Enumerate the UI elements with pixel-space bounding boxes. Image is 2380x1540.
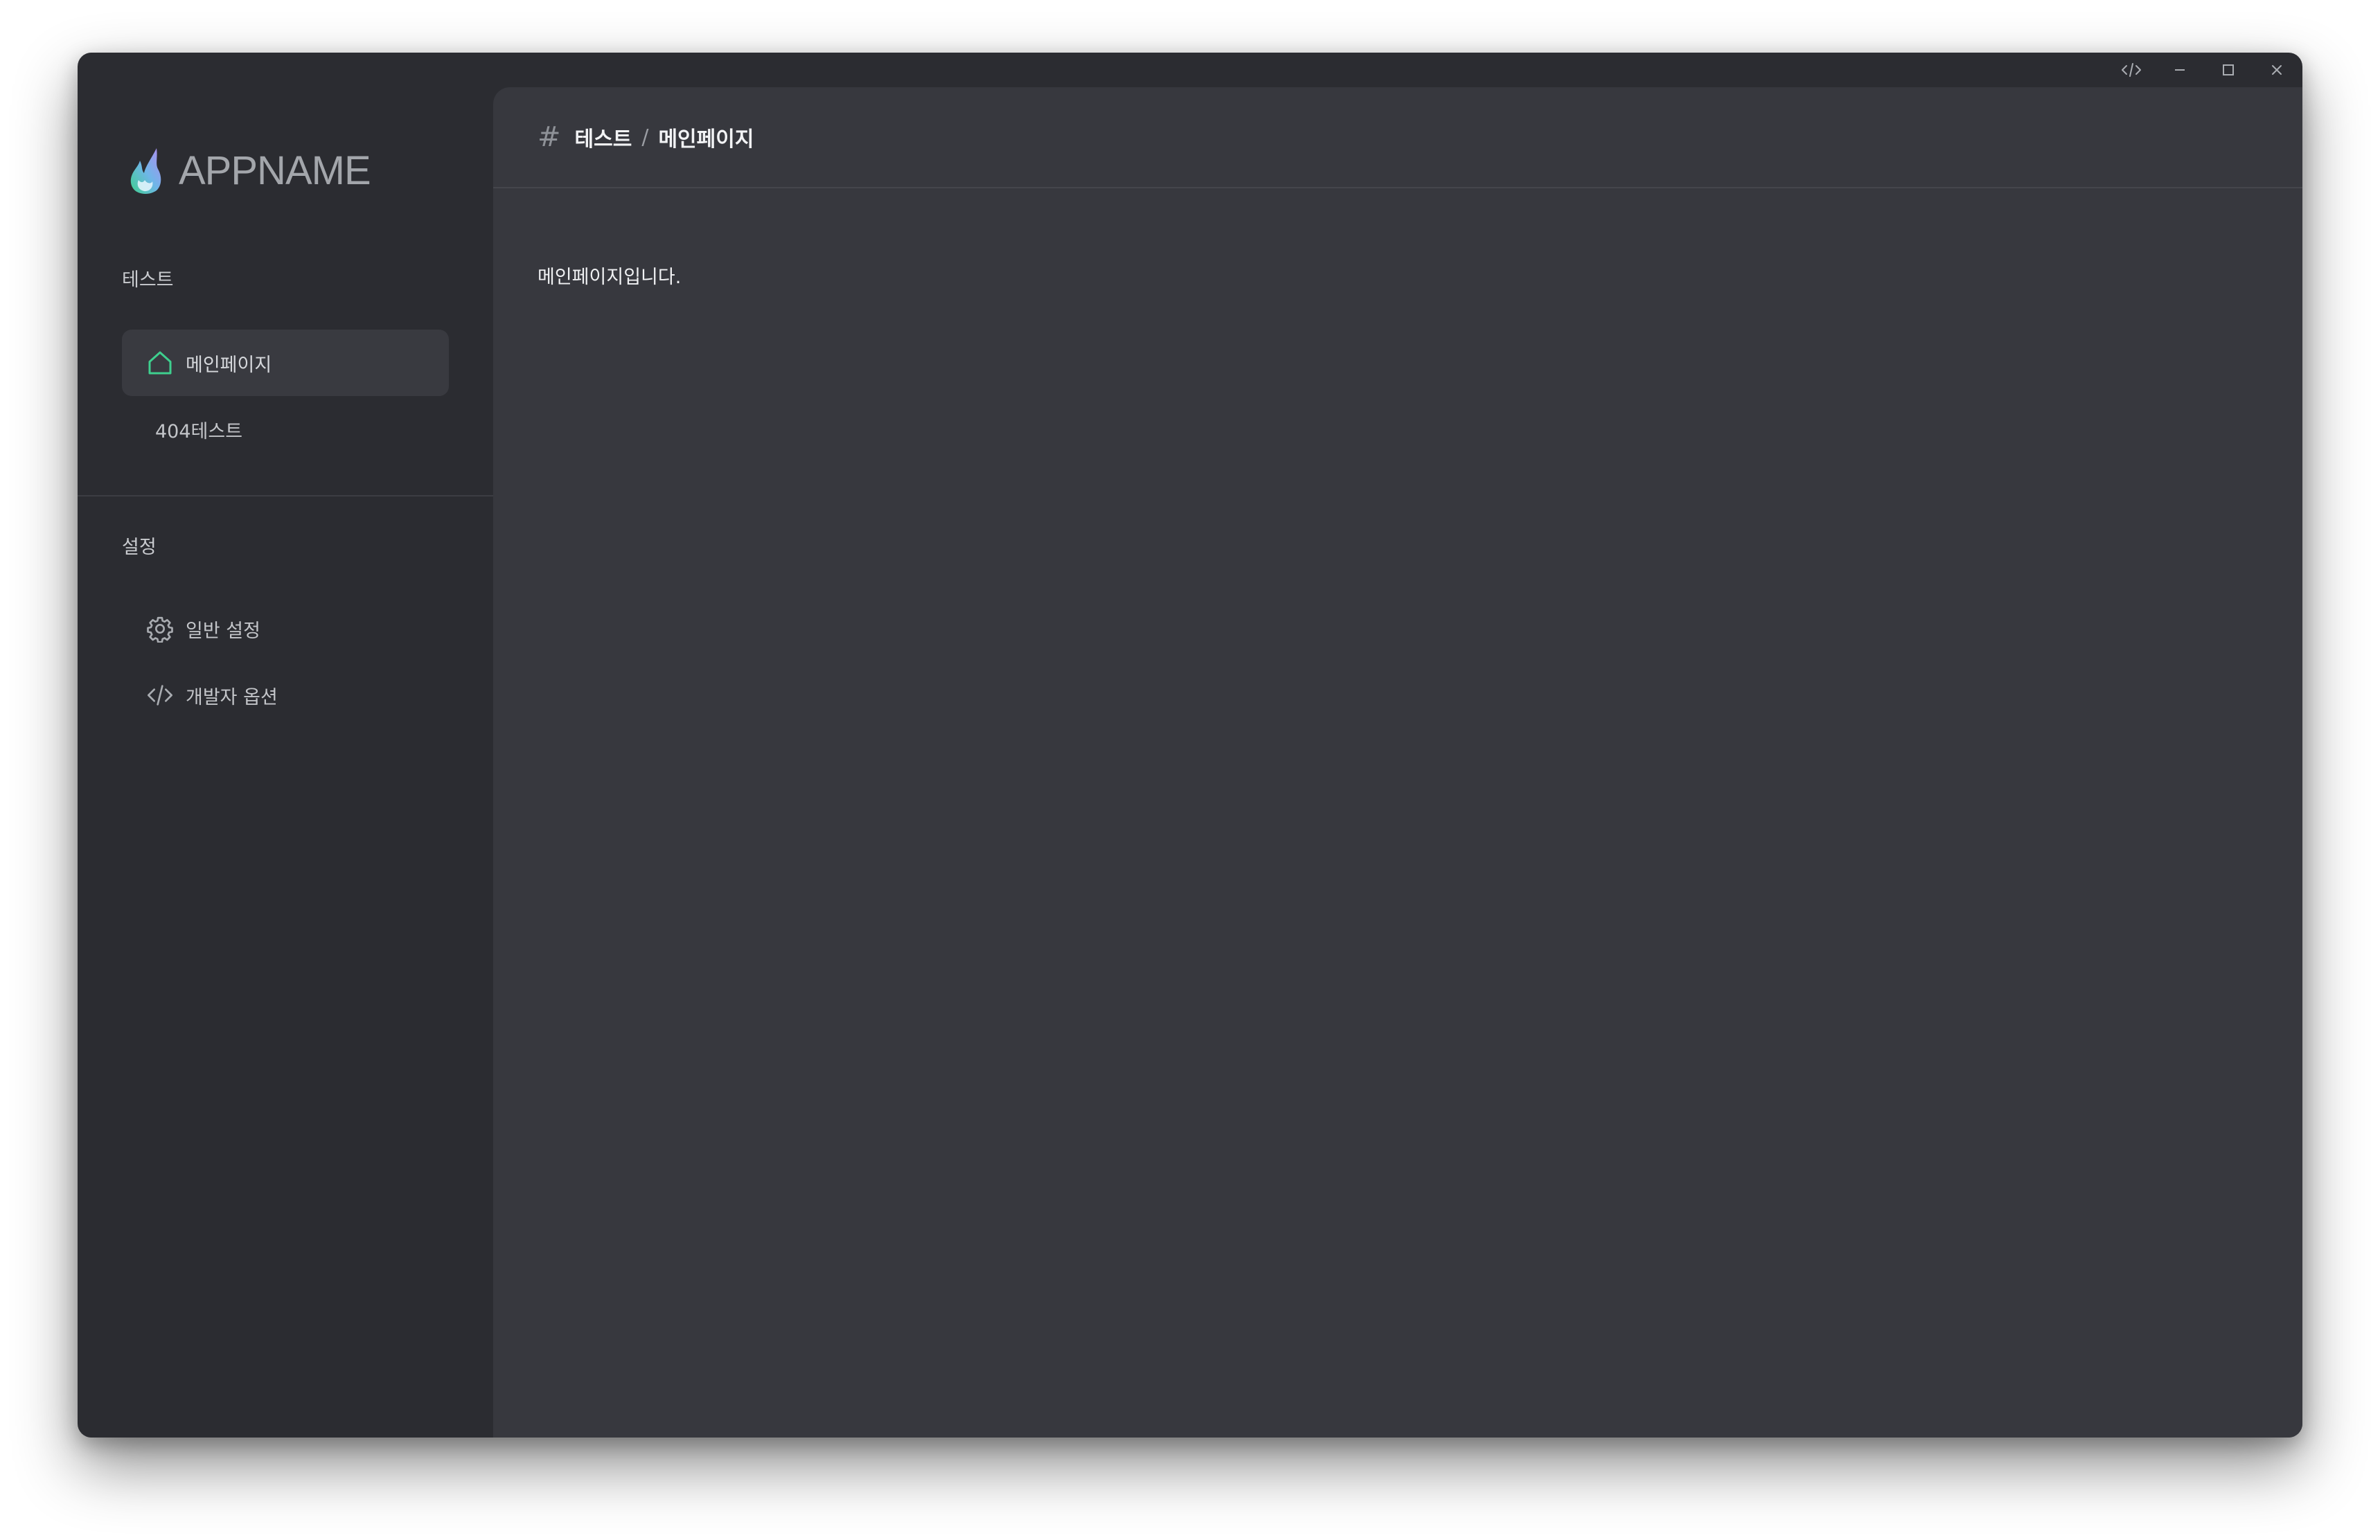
sidebar-item-404test[interactable]: 404테스트 [122,396,449,463]
flame-logo-icon [130,148,161,194]
title-bar [78,53,2302,86]
breadcrumb-section[interactable]: 테스트 [575,122,632,152]
section-title-test: 테스트 [122,269,174,291]
page-content-text: 메인페이지입니다. [538,267,682,288]
section-title-settings: 설정 [122,537,157,558]
minimize-button[interactable] [2163,58,2197,82]
breadcrumb-separator: / [641,125,649,150]
sidebar-item-developer-options[interactable]: 개발자 옵션 [122,662,449,728]
sidebar-item-label: 일반 설정 [186,620,260,642]
app-window: APPNAME 테스트 메인페이지 404테스트 설정 일반 설정 개발자 옵션… [78,53,2302,1438]
close-button[interactable] [2259,58,2294,82]
sidebar-item-label: 404테스트 [155,420,243,442]
code-icon [145,681,175,710]
sidebar-item-label: 메인페이지 [186,354,272,376]
code-icon [2122,63,2141,77]
page-header: # 테스트 / 메인페이지 [493,87,2302,188]
gear-icon [145,614,175,643]
sidebar: APPNAME 테스트 메인페이지 404테스트 설정 일반 설정 개발자 옵션 [78,53,493,1438]
hash-icon: # [538,121,561,153]
app-name: APPNAME [179,147,371,193]
close-icon [2272,65,2282,75]
sidebar-divider [78,495,493,496]
home-icon [145,348,175,377]
main-panel: # 테스트 / 메인페이지 메인페이지입니다. [493,87,2302,1438]
breadcrumb-current-page: 메인페이지 [658,127,754,152]
minimize-icon [2175,69,2185,71]
maximize-icon [2223,64,2234,75]
app-logo[interactable]: APPNAME [126,136,371,205]
sidebar-item-label: 개발자 옵션 [186,686,278,708]
sidebar-item-mainpage[interactable]: 메인페이지 [122,330,449,396]
maximize-button[interactable] [2211,58,2246,82]
sidebar-item-general-settings[interactable]: 일반 설정 [122,596,449,662]
devtools-button[interactable] [2114,58,2149,82]
